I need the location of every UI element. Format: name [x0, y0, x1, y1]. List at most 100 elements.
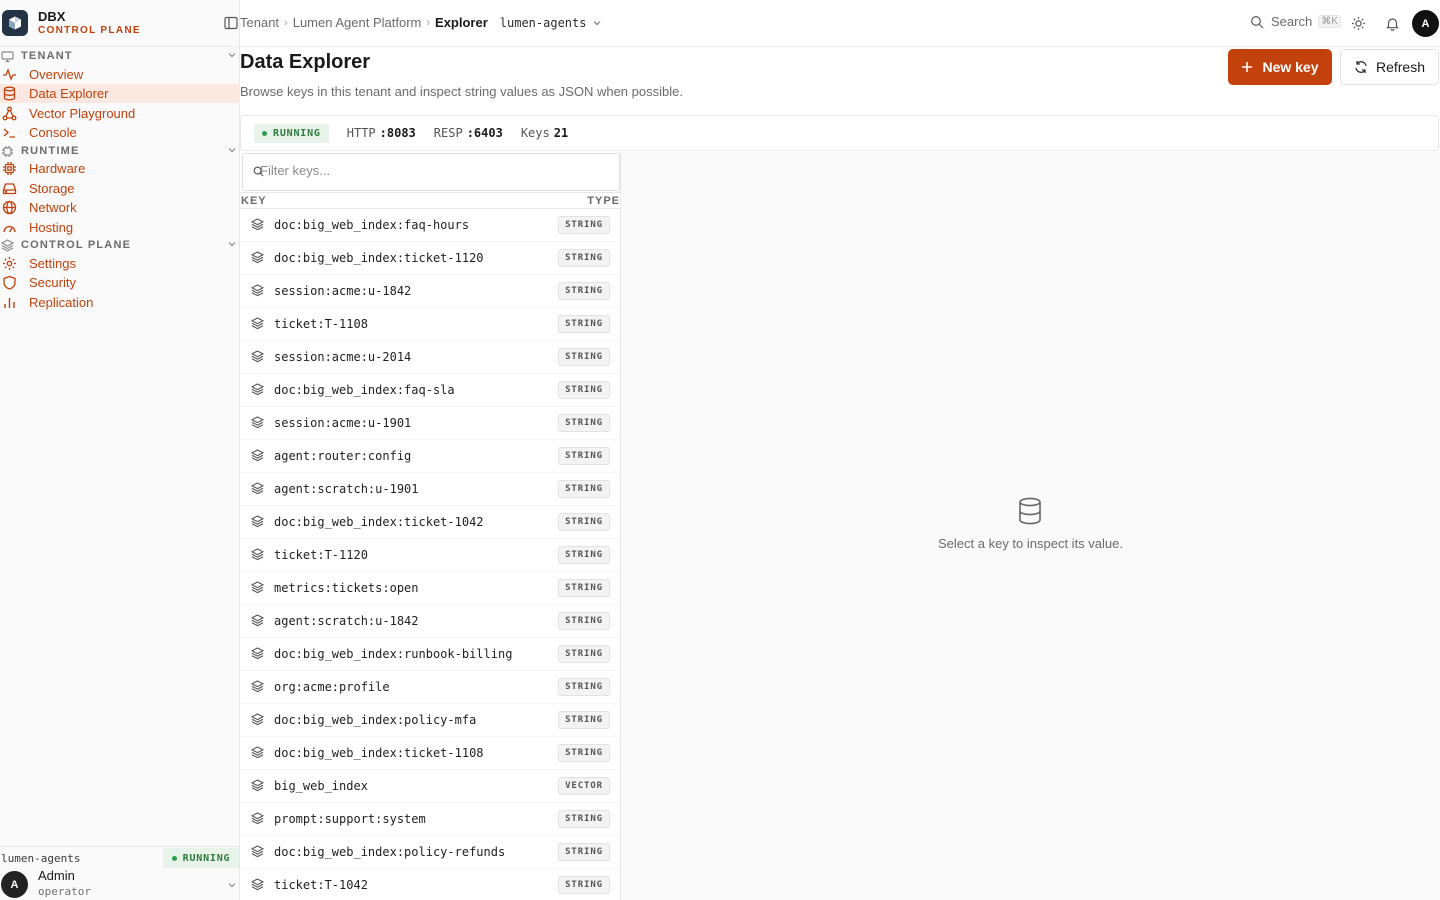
section-header-runtime[interactable]: RUNTIME — [0, 143, 240, 159]
refresh-icon — [1355, 61, 1367, 73]
chevron-down-icon — [228, 53, 236, 58]
sidebar-item-security[interactable]: Security — [0, 273, 240, 292]
section-header-tenant[interactable]: TENANT — [0, 48, 240, 64]
theme-toggle-icon[interactable] — [1351, 16, 1366, 31]
table-row[interactable]: ticket:T-1120 STRING — [240, 539, 620, 572]
sidebar-item-label: Security — [29, 275, 76, 290]
section-label: TENANT — [21, 50, 73, 62]
table-row[interactable]: doc:big_web_index:faq-sla STRING — [240, 374, 620, 407]
chevron-down-icon — [228, 242, 236, 247]
chevron-down-icon[interactable] — [227, 880, 237, 890]
section-header-control-plane[interactable]: CONTROL PLANE — [0, 237, 240, 253]
bell-icon[interactable] — [1385, 16, 1400, 31]
key-name: ticket:T-1120 — [274, 548, 368, 562]
dbx-logo-icon — [2, 10, 28, 36]
filter-box — [242, 153, 620, 191]
sidebar-item-hardware[interactable]: Hardware — [0, 159, 240, 178]
avatar[interactable]: A — [1412, 10, 1439, 37]
key-list: doc:big_web_index:faq-hours STRING doc:big… — [240, 209, 620, 900]
sidebar-item-label: Hosting — [29, 220, 74, 235]
refresh-button[interactable]: Refresh — [1340, 49, 1439, 85]
sidebar-item-console[interactable]: Console — [0, 123, 240, 142]
hard-drive-icon — [2, 181, 17, 196]
status-text: RUNNING — [182, 852, 231, 864]
type-badge: STRING — [558, 447, 610, 465]
layers-icon — [250, 350, 265, 363]
keys-panel: KEY TYPE doc:big_web_index:faq-hours STRI… — [240, 152, 621, 900]
sidebar-item-network[interactable]: Network — [0, 198, 240, 217]
type-badge: STRING — [558, 513, 610, 531]
new-key-label: New key — [1262, 59, 1319, 75]
environment-label: lumen-agents — [499, 15, 587, 30]
table-row[interactable]: doc:big_web_index:faq-hours STRING — [240, 209, 620, 242]
key-name: agent:router:config — [274, 449, 412, 463]
table-row[interactable]: ticket:T-1042 STRING — [240, 869, 620, 900]
key-name: session:acme:u-1901 — [274, 416, 412, 430]
database-icon — [1019, 497, 1041, 525]
table-row[interactable]: agent:router:config STRING — [240, 440, 620, 473]
brand-subtitle: CONTROL PLANE — [38, 25, 141, 36]
breadcrumb-tenant[interactable]: Tenant — [240, 15, 279, 30]
sidebar: DBX CONTROL PLANE TENANT Overview Data E… — [0, 0, 240, 900]
user-name[interactable]: Admin — [38, 868, 75, 883]
page-title: Data Explorer — [240, 51, 371, 73]
layers-icon — [250, 746, 265, 759]
keys-count: Keys 21 — [521, 126, 568, 140]
layers-icon — [250, 878, 265, 891]
environment-selector[interactable]: lumen-agents — [500, 16, 603, 30]
table-row[interactable]: doc:big_web_index:ticket-1042 STRING — [240, 506, 620, 539]
brand[interactable]: DBX CONTROL PLANE — [0, 0, 240, 47]
sidebar-item-data-explorer[interactable]: Data Explorer — [0, 84, 240, 103]
new-key-button[interactable]: New key — [1228, 49, 1332, 85]
breadcrumb-platform[interactable]: Lumen Agent Platform — [293, 15, 422, 30]
key-name: session:acme:u-1842 — [274, 284, 412, 298]
table-row[interactable]: session:acme:u-1842 STRING — [240, 275, 620, 308]
type-badge: STRING — [558, 645, 610, 663]
layers-icon — [250, 845, 265, 858]
avatar[interactable]: A — [1, 871, 28, 898]
type-badge: STRING — [558, 711, 610, 729]
table-row[interactable]: doc:big_web_index:ticket-1108 STRING — [240, 737, 620, 770]
tenant-name: lumen-agents — [1, 852, 81, 865]
table-row[interactable]: doc:big_web_index:runbook-billing STRING — [240, 638, 620, 671]
search-icon — [1251, 15, 1264, 28]
search-button[interactable]: Search ⌘K — [1250, 14, 1341, 29]
table-row[interactable]: doc:big_web_index:policy-mfa STRING — [240, 704, 620, 737]
sidebar-toggle-icon[interactable] — [224, 16, 238, 30]
sidebar-item-label: Data Explorer — [29, 86, 109, 101]
layers-icon — [250, 482, 265, 495]
user-role: operator — [38, 885, 91, 898]
layers-icon — [250, 515, 265, 528]
sidebar-item-replication[interactable]: Replication — [0, 293, 240, 312]
sidebar-item-overview[interactable]: Overview — [0, 65, 240, 84]
resp-label: RESP — [433, 126, 463, 140]
table-row[interactable]: ticket:T-1108 STRING — [240, 308, 620, 341]
sidebar-item-vector-playground[interactable]: Vector Playground — [0, 104, 240, 123]
column-key: KEY — [241, 195, 267, 207]
filter-keys-input[interactable] — [260, 163, 610, 178]
table-row[interactable]: doc:big_web_index:policy-refunds STRING — [240, 836, 620, 869]
sidebar-item-settings[interactable]: Settings — [0, 254, 240, 273]
sidebar-item-storage[interactable]: Storage — [0, 179, 240, 198]
table-row[interactable]: doc:big_web_index:ticket-1120 STRING — [240, 242, 620, 275]
table-row[interactable]: big_web_index VECTOR — [240, 770, 620, 803]
table-row[interactable]: metrics:tickets:open STRING — [240, 572, 620, 605]
key-name: session:acme:u-2014 — [274, 350, 412, 364]
shield-icon — [2, 275, 17, 290]
table-row[interactable]: session:acme:u-2014 STRING — [240, 341, 620, 374]
type-badge: STRING — [558, 249, 610, 267]
layers-icon — [250, 614, 265, 627]
table-row[interactable]: prompt:support:system STRING — [240, 803, 620, 836]
chevron-down-icon — [594, 20, 601, 25]
table-row[interactable]: agent:scratch:u-1842 STRING — [240, 605, 620, 638]
sidebar-item-label: Storage — [29, 181, 75, 196]
layers-icon — [250, 449, 265, 462]
table-row[interactable]: org:acme:profile STRING — [240, 671, 620, 704]
type-badge: STRING — [558, 480, 610, 498]
sidebar-item-hosting[interactable]: Hosting — [0, 218, 240, 237]
resp-port: RESP:6403 — [434, 126, 503, 140]
table-row[interactable]: agent:scratch:u-1901 STRING — [240, 473, 620, 506]
table-row[interactable]: session:acme:u-1901 STRING — [240, 407, 620, 440]
sidebar-item-label: Vector Playground — [29, 106, 136, 121]
sidebar-item-label: Network — [29, 200, 77, 215]
